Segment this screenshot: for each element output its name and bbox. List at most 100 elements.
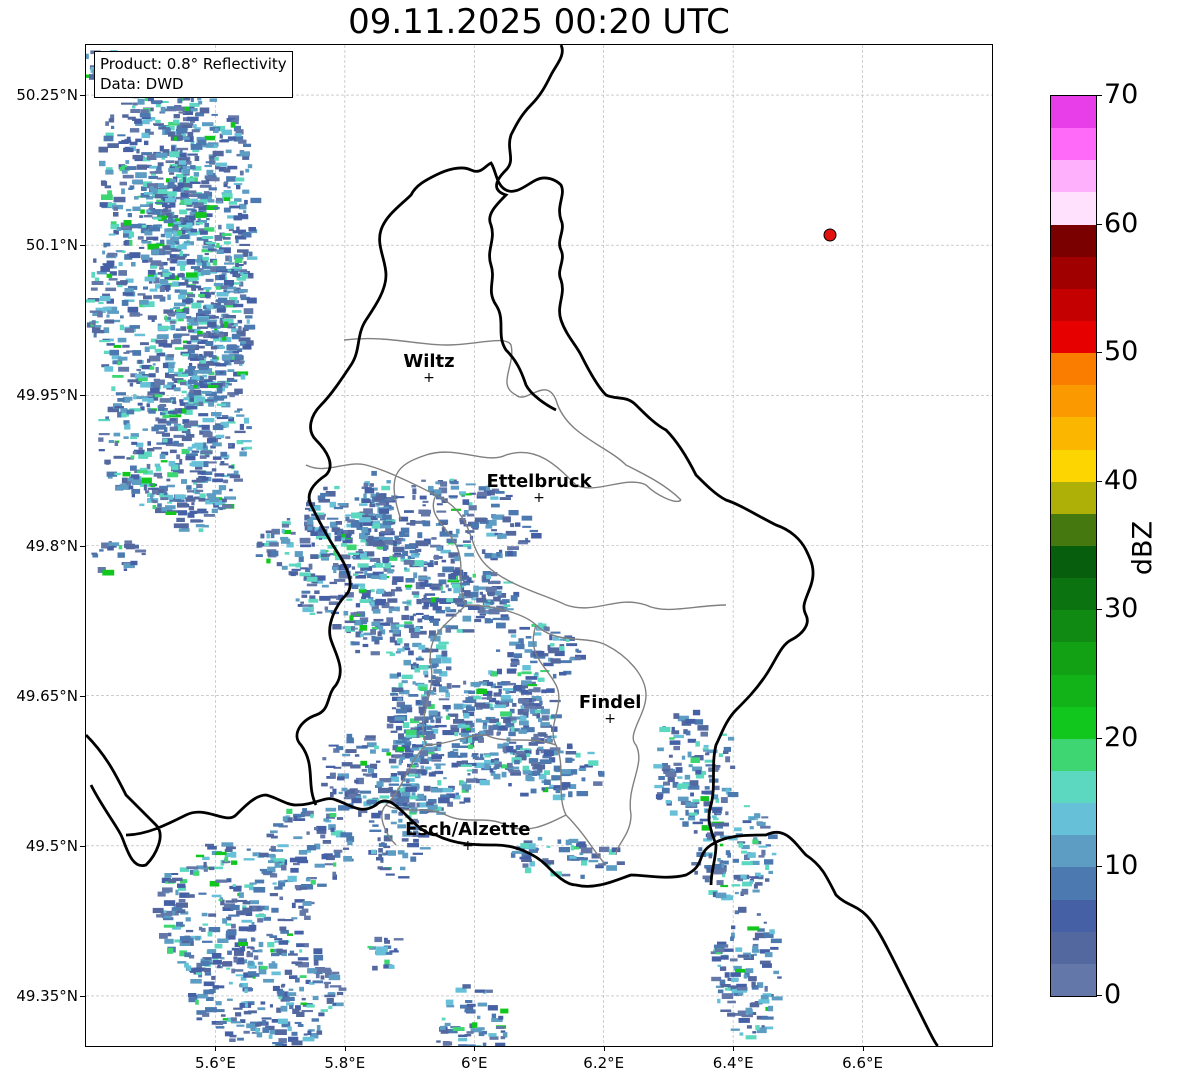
reflectivity-cell: [334, 485, 340, 490]
reflectivity-cell: [719, 843, 724, 847]
reflectivity-cell: [402, 722, 410, 728]
reflectivity-cell: [496, 622, 506, 629]
reflectivity-cell: [197, 193, 209, 199]
reflectivity-cell: [163, 384, 172, 389]
reflectivity-cell: [225, 900, 235, 903]
reflectivity-cell: [401, 674, 413, 680]
reflectivity-cell: [461, 760, 468, 764]
reflectivity-cell: [230, 122, 236, 128]
reflectivity-cell: [99, 549, 104, 552]
reflectivity-cell: [433, 554, 439, 560]
reflectivity-cell: [130, 560, 138, 566]
reflectivity-cell: [291, 1040, 303, 1046]
reflectivity-cell: [199, 199, 208, 203]
reflectivity-cell: [335, 521, 342, 525]
longitude-tick-label: 6.2°E: [583, 1054, 625, 1072]
reflectivity-cell: [113, 319, 121, 323]
reflectivity-cell: [208, 927, 221, 933]
reflectivity-cell: [535, 749, 540, 755]
reflectivity-cell: [462, 499, 470, 505]
reflectivity-cell: [386, 480, 391, 484]
reflectivity-cell: [190, 266, 200, 269]
reflectivity-cell: [768, 870, 773, 874]
latitude-tick-label: 49.65°N: [16, 686, 78, 705]
reflectivity-cell: [376, 781, 384, 787]
reflectivity-cell: [293, 815, 298, 820]
reflectivity-cell: [155, 466, 162, 472]
reflectivity-cell: [460, 1004, 468, 1009]
reflectivity-cell: [291, 917, 298, 920]
colorbar-segment: [1051, 416, 1096, 450]
reflectivity-cell: [211, 330, 220, 333]
reflectivity-cell: [263, 978, 274, 983]
reflectivity-cell: [201, 524, 209, 528]
reflectivity-cell: [687, 738, 697, 743]
reflectivity-cell: [300, 1002, 307, 1005]
reflectivity-cell: [384, 813, 390, 820]
longitude-tick-label: 6°E: [461, 1054, 488, 1072]
reflectivity-cell: [105, 169, 114, 175]
reflectivity-cell: [178, 510, 188, 516]
reflectivity-cell: [526, 727, 535, 733]
reflectivity-cell: [724, 948, 734, 952]
reflectivity-cell: [471, 522, 479, 528]
reflectivity-cell: [413, 572, 418, 579]
reflectivity-cell: [288, 563, 298, 567]
reflectivity-cell: [761, 1016, 774, 1020]
reflectivity-cell: [233, 887, 242, 892]
reflectivity-cell: [411, 792, 416, 796]
reflectivity-cell: [203, 305, 207, 309]
reflectivity-cell: [200, 450, 213, 454]
reflectivity-cell: [158, 343, 166, 347]
reflectivity-cell: [127, 379, 138, 383]
reflectivity-cell: [205, 341, 214, 346]
reflectivity-cell: [204, 379, 213, 382]
reflectivity-cell: [316, 1025, 321, 1031]
reflectivity-cell: [427, 802, 434, 806]
reflectivity-cell: [108, 542, 120, 546]
reflectivity-cell: [716, 880, 724, 886]
reflectivity-cell: [695, 741, 700, 747]
reflectivity-cell: [731, 884, 741, 887]
reflectivity-cell: [522, 770, 532, 774]
reflectivity-cell: [122, 344, 130, 348]
reflectivity-cell: [448, 573, 456, 580]
figure-title: 09.11.2025 00:20 UTC: [348, 2, 730, 42]
reflectivity-cell: [412, 852, 423, 855]
reflectivity-cell: [419, 847, 431, 850]
colorbar-segment: [1051, 481, 1096, 514]
reflectivity-cell: [324, 863, 334, 866]
reflectivity-cell: [530, 788, 537, 794]
reflectivity-cell: [398, 759, 402, 766]
reflectivity-cell: [735, 947, 743, 952]
reflectivity-cell: [188, 193, 198, 197]
reflectivity-cell: [207, 321, 217, 328]
reflectivity-cell: [462, 615, 472, 622]
reflectivity-cell: [154, 201, 164, 204]
reflectivity-cell: [258, 852, 269, 858]
reflectivity-cell: [521, 859, 532, 862]
reflectivity-cell: [111, 125, 115, 129]
reflectivity-cell: [227, 326, 236, 329]
reflectivity-cell: [416, 598, 422, 605]
reflectivity-cell: [337, 503, 347, 506]
reflectivity-cell: [528, 641, 537, 647]
reflectivity-cell: [297, 1024, 304, 1027]
reflectivity-cell: [533, 770, 541, 776]
reflectivity-cell: [195, 999, 199, 1005]
colorbar-segment: [1051, 449, 1096, 482]
reflectivity-cell: [177, 373, 189, 377]
reflectivity-cell: [299, 910, 306, 916]
reflectivity-cell: [203, 287, 212, 290]
reflectivity-cell: [159, 398, 171, 403]
reflectivity-cell: [186, 866, 199, 870]
reflectivity-cell: [753, 953, 757, 956]
reflectivity-cell: [234, 258, 243, 263]
reflectivity-cell: [764, 952, 773, 958]
reflectivity-cell: [155, 367, 159, 373]
reflectivity-cell: [160, 239, 165, 244]
reflectivity-cell: [410, 632, 420, 639]
reflectivity-cell: [172, 401, 177, 405]
reflectivity-cell: [210, 291, 215, 295]
reflectivity-cell: [123, 220, 132, 226]
